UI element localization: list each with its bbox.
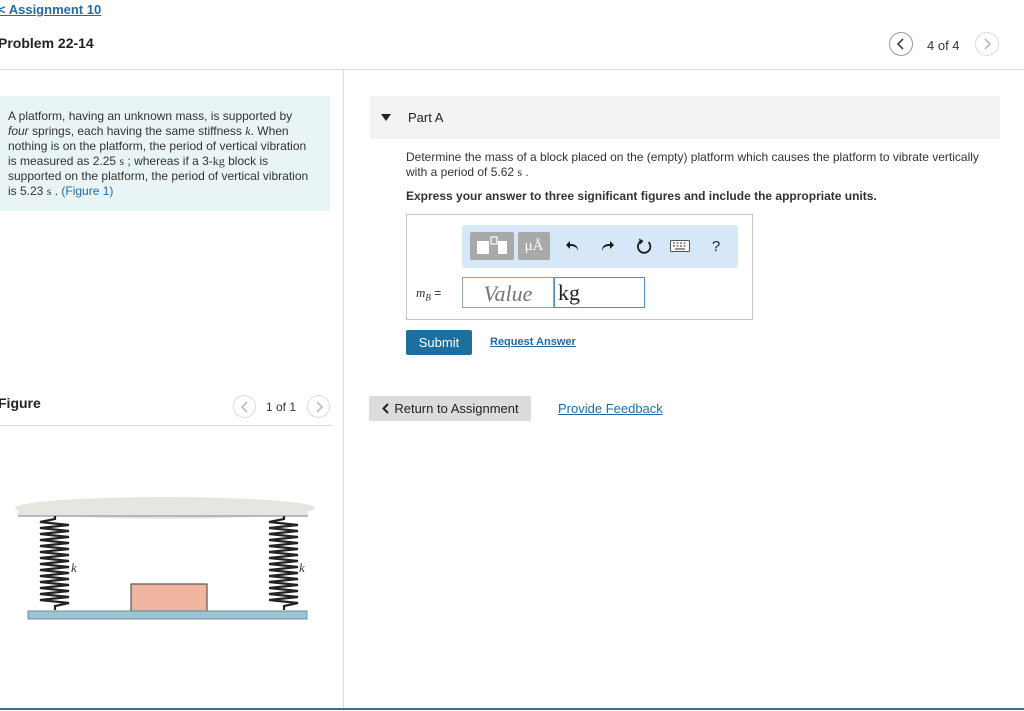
keyboard-button[interactable] [668, 232, 692, 260]
reset-button[interactable] [632, 232, 656, 260]
return-label: Return to Assignment [394, 401, 519, 416]
answer-instruction: Express your answer to three significant… [406, 189, 877, 203]
part-a-header[interactable]: Part A [370, 96, 1000, 139]
problem-line: is measured as 2.25 s ; whereas if a 3-k… [8, 154, 269, 168]
chevron-right-icon [315, 400, 323, 413]
answer-variable: mB = [416, 285, 442, 303]
ceiling [18, 506, 308, 516]
provide-feedback-link[interactable]: Provide Feedback [558, 401, 663, 416]
question-text: Determine the mass of a block placed on … [406, 150, 1006, 180]
left-spring [39, 516, 70, 610]
math-toolbar: μÅ ? [462, 225, 738, 268]
unit-input[interactable] [554, 277, 645, 308]
caret-down-icon [381, 114, 391, 121]
redo-icon [602, 241, 614, 251]
next-item-button[interactable] [975, 32, 999, 56]
chevron-right-icon [984, 38, 992, 50]
units-button[interactable]: μÅ [518, 232, 550, 260]
help-button[interactable]: ? [706, 232, 726, 260]
block [130, 583, 208, 612]
question-line: with a period of 5.62 s . [406, 165, 529, 179]
page-indicator: 4 of 4 [927, 38, 960, 53]
platform [27, 610, 308, 620]
figure-page-indicator: 1 of 1 [266, 400, 297, 414]
part-label: Part A [408, 110, 444, 125]
value-input[interactable] [462, 277, 554, 308]
question-line: Determine the mass of a block placed on … [406, 150, 979, 164]
figure-divider [0, 425, 332, 426]
return-to-assignment-button[interactable]: Return to Assignment [369, 396, 531, 421]
chevron-left-icon [240, 400, 248, 413]
problem-line: is 5.23 s . (Figure 1) [8, 184, 114, 198]
chevron-left-icon [896, 38, 904, 50]
spring-label-right: k [299, 560, 305, 575]
reset-icon [636, 238, 651, 254]
redo-button[interactable] [596, 232, 618, 260]
figure-title: Figure [0, 395, 41, 411]
spring-platform-figure: k k [15, 497, 315, 620]
right-spring [268, 516, 299, 610]
prev-item-button[interactable] [889, 32, 913, 56]
templates-icon [477, 236, 507, 254]
problem-line: four springs, each having the same stiff… [8, 124, 289, 138]
assignment-back-link[interactable]: < Assignment 10 [0, 2, 101, 17]
keyboard-icon [670, 240, 690, 252]
chevron-left-icon [382, 403, 390, 414]
problem-statement: A platform, having an unknown mass, is s… [0, 96, 330, 211]
problem-line: nothing is on the platform, the period o… [8, 139, 307, 153]
problem-line: A platform, having an unknown mass, is s… [8, 109, 293, 123]
bottom-border [0, 708, 1024, 710]
figure-prev-button[interactable] [233, 395, 256, 418]
figure-link[interactable]: (Figure 1) [61, 184, 113, 198]
header-divider [0, 69, 1024, 70]
figure-next-button[interactable] [307, 395, 330, 418]
request-answer-link[interactable]: Request Answer [490, 336, 576, 348]
problem-title: Problem 22-14 [0, 35, 94, 51]
problem-line: supported on the platform, the period of… [8, 169, 309, 183]
templates-button[interactable] [470, 232, 514, 260]
spring-label-left: k [71, 560, 77, 575]
undo-button[interactable] [562, 232, 584, 260]
undo-icon [566, 241, 578, 251]
column-divider [343, 70, 344, 711]
submit-button[interactable]: Submit [406, 330, 472, 355]
